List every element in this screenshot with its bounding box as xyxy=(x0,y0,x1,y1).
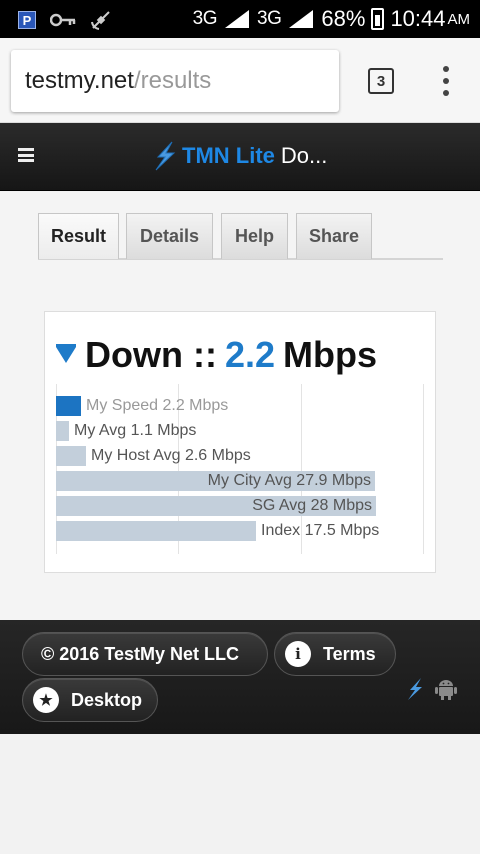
result-heading: Down :: 2.2 Mbps xyxy=(55,334,377,376)
site-header: TMN Lite Do... xyxy=(0,123,480,191)
clock: 10:44 xyxy=(390,6,446,31)
bar-label-my-speed: My Speed 2.2 Mbps xyxy=(86,397,229,414)
star-icon: ★ xyxy=(33,687,59,713)
bar-label-index: Index 17.5 Mbps xyxy=(261,522,380,539)
desktop-button[interactable]: ★ Desktop xyxy=(22,678,158,722)
bar-label-sg-avg: SG Avg 28 Mbps xyxy=(252,497,372,514)
parking-icon: P xyxy=(18,11,36,29)
network-type-2: 3G xyxy=(257,8,282,29)
main-content: Result Details Help Share Down :: 2.2 Mb… xyxy=(0,192,480,620)
comparison-bar-chart: My Speed 2.2 Mbps My Avg 1.1 Mbps My Host … xyxy=(56,384,424,554)
satellite-icon xyxy=(91,11,110,30)
result-card: Down :: 2.2 Mbps My Speed 2.2 MbpsMy Avg… xyxy=(44,311,436,573)
browser-toolbar: testmy.net/results 3 xyxy=(0,38,480,123)
bar-my-host-avg xyxy=(56,446,86,466)
android-icon[interactable] xyxy=(434,677,458,701)
notification-icons: P xyxy=(18,9,112,31)
tab-switcher-button[interactable]: 3 xyxy=(368,68,394,94)
url-host: testmy.net xyxy=(25,67,134,94)
url-path: /results xyxy=(133,67,212,94)
address-bar[interactable]: testmy.net/results xyxy=(11,50,339,112)
tab-result[interactable]: Result xyxy=(38,213,119,259)
desktop-label: Desktop xyxy=(71,689,143,710)
site-footer: © 2016 TestMy Net LLC i Terms ★ Desktop xyxy=(0,620,480,734)
bar-my-avg xyxy=(56,421,69,441)
tab-help[interactable]: Help xyxy=(221,213,288,259)
signal-icon xyxy=(225,10,250,28)
key-icon xyxy=(50,13,76,27)
tab-share[interactable]: Share xyxy=(296,213,372,259)
result-tabs: Result Details Help Share xyxy=(38,213,443,260)
tab-details[interactable]: Details xyxy=(126,213,213,259)
clock-ampm: AM xyxy=(447,10,471,28)
page-title: Do... xyxy=(280,143,328,168)
result-direction: Down xyxy=(85,334,183,375)
lightning-icon xyxy=(155,141,176,171)
terms-label: Terms xyxy=(323,643,376,664)
info-icon: i xyxy=(285,641,311,667)
battery-icon xyxy=(371,8,385,30)
brand[interactable]: TMN Lite Do... xyxy=(150,141,327,171)
result-unit: Mbps xyxy=(283,334,378,375)
result-speed-value: 2.2 xyxy=(224,334,276,375)
network-type: 3G xyxy=(192,8,218,29)
result-separator: :: xyxy=(192,334,217,375)
bar-label-my-host-avg: My Host Avg 2.6 Mbps xyxy=(91,447,251,464)
system-indicators: 3G 3G 68% 10:44 AM xyxy=(193,6,470,32)
page-background xyxy=(0,734,480,854)
down-arrow-icon xyxy=(56,344,76,363)
terms-button[interactable]: i Terms xyxy=(274,632,396,676)
signal-icon xyxy=(289,10,314,28)
bar-my-speed xyxy=(56,396,81,416)
grid-line xyxy=(423,384,424,554)
bar-index xyxy=(56,521,256,541)
lightning-icon[interactable] xyxy=(404,677,426,701)
overflow-menu-icon[interactable] xyxy=(436,66,456,96)
battery-percent: 68% xyxy=(321,6,366,31)
copyright-button[interactable]: © 2016 TestMy Net LLC xyxy=(22,632,268,676)
menu-icon[interactable] xyxy=(18,148,34,162)
brand-name: TMN Lite xyxy=(182,143,275,168)
bar-label-my-avg: My Avg 1.1 Mbps xyxy=(74,422,197,439)
copyright-text: © 2016 TestMy Net LLC xyxy=(41,643,239,664)
status-bar: P 3G 3G 68% 10:44 AM xyxy=(0,0,480,38)
bar-label-my-city-avg: My City Avg 27.9 Mbps xyxy=(207,472,371,489)
